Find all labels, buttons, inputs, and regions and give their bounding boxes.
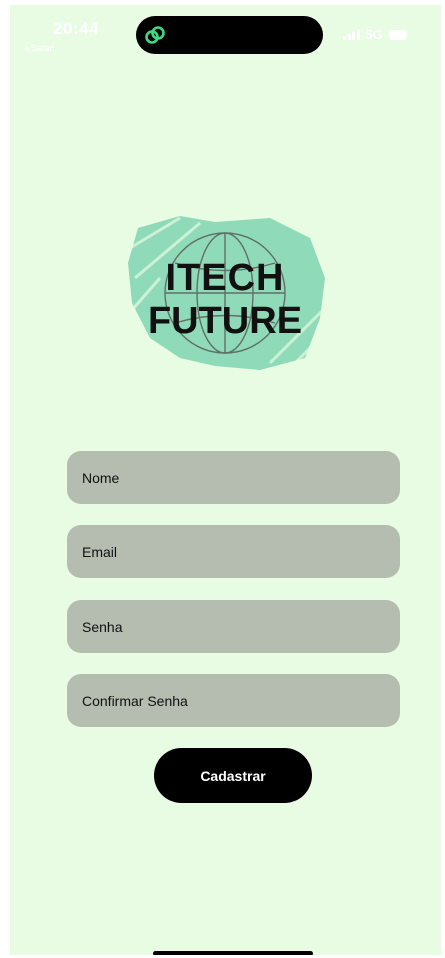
logo-line2: FUTURE <box>148 300 302 342</box>
dynamic-island <box>136 16 323 54</box>
network-type: 5G <box>365 27 383 42</box>
back-to-safari-link[interactable]: ◂ Safari <box>24 43 55 54</box>
home-indicator[interactable] <box>153 951 313 955</box>
name-field[interactable] <box>67 451 400 504</box>
password-field[interactable] <box>67 600 400 653</box>
logo-line1: ITECH <box>166 257 285 299</box>
linked-rings-icon <box>145 26 165 44</box>
signal-bars-icon <box>343 29 360 40</box>
register-button[interactable]: Cadastrar <box>154 748 312 803</box>
confirm-password-field[interactable] <box>67 674 400 727</box>
status-indicators: 5G <box>343 27 407 42</box>
app-screen: 20:44 ◂ Safari 5G ITECH FUTURE Nome Emai… <box>10 5 441 955</box>
status-time: 20:44 <box>53 19 99 38</box>
email-field[interactable] <box>67 525 400 578</box>
itech-future-logo: ITECH FUTURE <box>123 216 327 370</box>
battery-icon <box>388 29 407 40</box>
